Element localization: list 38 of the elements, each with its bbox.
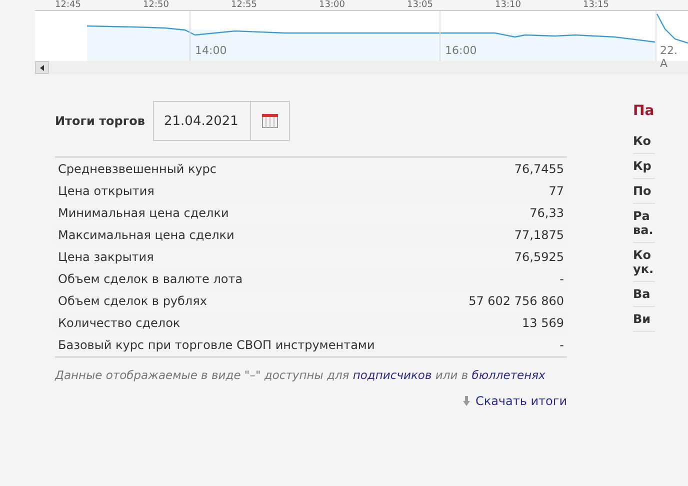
scroll-left-button[interactable] bbox=[35, 61, 49, 74]
row-value: 76,33 bbox=[528, 205, 565, 222]
download-link[interactable]: Скачать итоги bbox=[475, 394, 567, 408]
axis-label: 16:00 bbox=[445, 44, 477, 57]
axis-label: 13:00 bbox=[319, 0, 346, 10]
axis-label: 14:00 bbox=[195, 44, 227, 57]
axis-label: 13:15 bbox=[583, 0, 610, 10]
row-label: Цена закрытия bbox=[57, 249, 155, 266]
axis-label: 13:10 bbox=[495, 0, 522, 10]
panel-item[interactable]: Ва bbox=[633, 282, 655, 307]
panel-item[interactable]: Кр bbox=[633, 154, 655, 179]
row-label: Объем сделок в рублях bbox=[57, 293, 208, 310]
row-label: Средневзвешенный курс bbox=[55, 157, 445, 180]
date-field[interactable]: 21.04.2021 bbox=[153, 101, 290, 141]
row-label: Минимальная цена сделки bbox=[57, 205, 230, 222]
axis-label: 13:05 bbox=[407, 0, 434, 10]
panel-item[interactable]: Ко bbox=[633, 129, 655, 154]
axis-label: 22. A bbox=[660, 44, 678, 70]
download-arrow-icon bbox=[463, 396, 470, 406]
panel-title: Па bbox=[633, 103, 653, 119]
panel-item[interactable]: Ра ва. bbox=[633, 204, 655, 243]
row-value: 57 602 756 860 bbox=[468, 293, 565, 310]
panel-item[interactable]: По bbox=[633, 179, 655, 204]
subscribers-link[interactable]: подписчиков bbox=[352, 368, 432, 382]
section-title: Итоги торгов bbox=[55, 114, 145, 128]
bulletins-link[interactable]: бюллетенях bbox=[472, 368, 546, 382]
panel-item[interactable]: Ко ук. bbox=[633, 243, 655, 282]
triangle-left-icon bbox=[40, 64, 44, 70]
row-value: 76,7455 bbox=[444, 157, 567, 180]
row-value: - bbox=[444, 334, 567, 357]
axis-label: 12:45 bbox=[55, 0, 82, 10]
panel-item[interactable]: Ви bbox=[633, 307, 655, 332]
row-value: 76,5925 bbox=[513, 249, 565, 266]
calendar-icon bbox=[262, 114, 278, 128]
axis-label: 12:50 bbox=[143, 0, 170, 10]
row-label: Базовый курс при торговле СВОП инструментами bbox=[55, 334, 445, 357]
axis-label: 12:55 bbox=[231, 0, 258, 10]
note-text: Данные отображаемые в виде "–" доступны для подписчиков или в бюллетенях bbox=[55, 368, 546, 382]
